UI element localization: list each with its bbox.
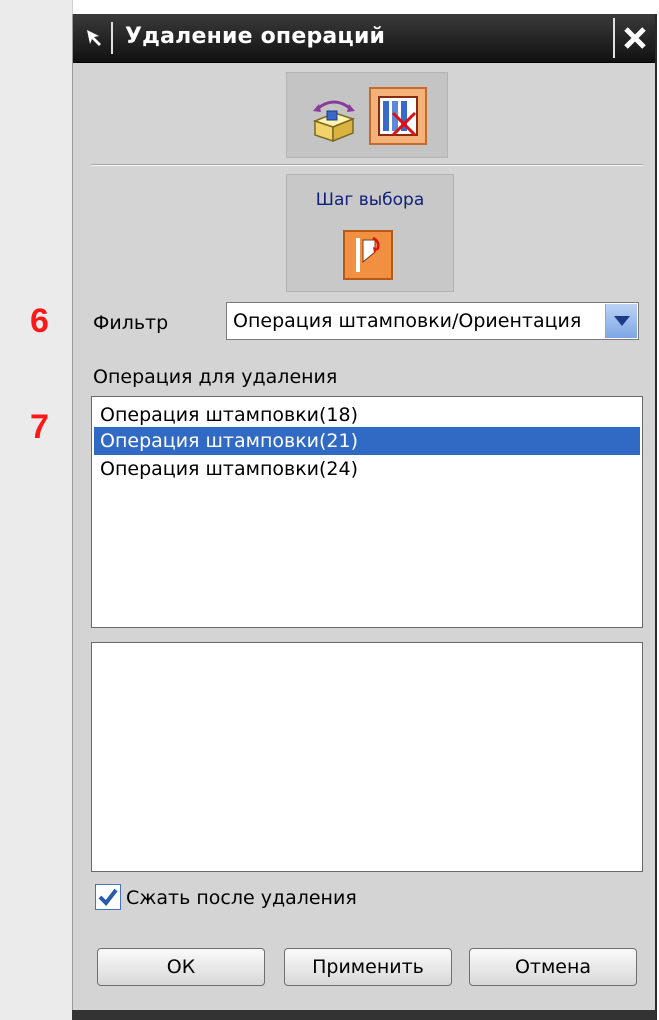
window-title: Удаление операций [125,24,386,49]
secondary-list[interactable] [91,642,643,872]
list-item[interactable]: Операция штамповки(18) [94,401,640,429]
selection-step-label: Шаг выбора [315,190,425,210]
cancel-button[interactable]: Отмена [469,948,637,986]
selection-step-group: Шаг выбора [286,174,454,292]
pointer-arrow-icon[interactable] [79,22,113,54]
list-item[interactable]: Операция штамповки(24) [94,455,640,483]
close-icon[interactable] [613,18,655,58]
annotation-marker-7: 7 [30,408,49,446]
separator [91,164,643,166]
chevron-down-icon[interactable] [605,304,637,338]
filter-label: Фильтр [93,312,169,334]
delete-operation-icon[interactable] [369,87,427,145]
compress-label: Сжать после удаления [126,887,357,909]
apply-button[interactable]: Применить [284,948,452,986]
background-strip [0,0,73,1020]
dialog-bottom-border [72,1010,656,1020]
operation-type-group [286,72,448,158]
select-stamp-icon[interactable] [343,230,393,280]
ok-button[interactable]: ОК [97,948,265,986]
compress-checkbox[interactable] [95,884,121,910]
filter-dropdown[interactable]: Операция штамповки/Ориентация [226,302,639,340]
operations-group-icon[interactable] [305,87,363,145]
filter-dropdown-value: Операция штамповки/Ориентация [233,310,582,332]
list-item-selected[interactable]: Операция штамповки(21) [94,427,640,455]
operations-list-label: Операция для удаления [93,366,338,388]
annotation-marker-6: 6 [30,302,49,340]
checkmark-icon [98,888,118,907]
operations-list[interactable]: Операция штамповки(18) Операция штамповк… [91,396,643,628]
title-bar[interactable]: Удаление операций [73,14,655,63]
